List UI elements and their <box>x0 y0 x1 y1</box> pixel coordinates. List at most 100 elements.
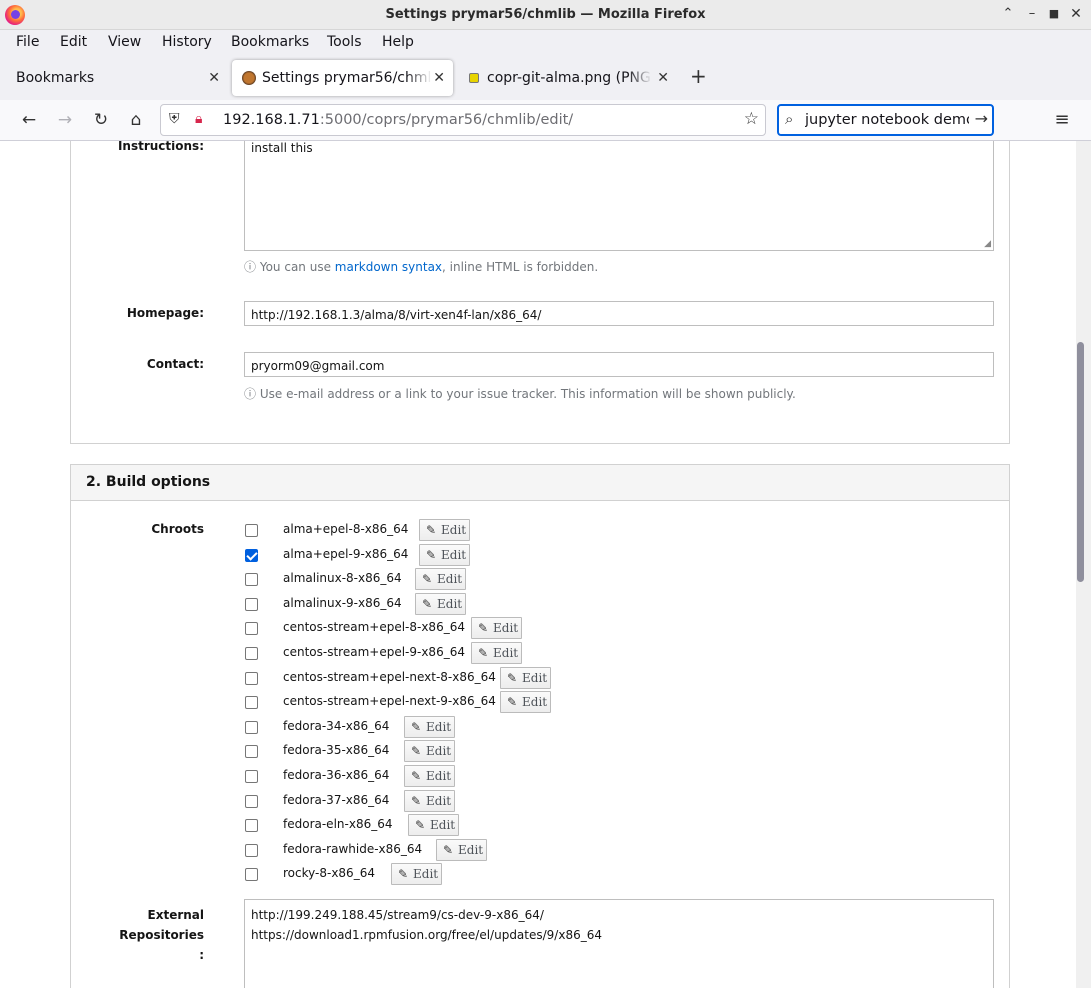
chroot-checkbox[interactable] <box>245 868 258 882</box>
chroot-checkbox[interactable] <box>245 794 258 808</box>
chroot-name: alma+epel-8-x86_64 <box>283 522 409 536</box>
pencil-icon: ✎ <box>411 769 422 783</box>
page-content: Instructions: install this ◢ ⓘ You can u… <box>0 141 1076 988</box>
bookmark-star-icon[interactable]: ☆ <box>744 109 759 129</box>
chroot-checkbox[interactable] <box>245 696 258 710</box>
chroot-edit-button[interactable]: ✎ Edit <box>471 617 522 640</box>
chroot-name: almalinux-9-x86_64 <box>283 595 402 610</box>
close-tab-icon[interactable]: ✕ <box>433 60 445 96</box>
tab-label: Bookmarks <box>16 70 95 86</box>
edit-label: Edit <box>441 547 467 562</box>
tab-label: Settings prymar56/chmlib <box>262 70 432 86</box>
maximize-button[interactable]: ■ <box>1046 6 1062 22</box>
chroot-checkbox[interactable] <box>245 819 258 833</box>
hamburger-menu-icon[interactable]: ≡ <box>1050 108 1074 132</box>
chroot-checkbox[interactable] <box>245 745 258 759</box>
chroot-checkbox[interactable] <box>245 720 258 734</box>
edit-label: Edit <box>426 744 452 759</box>
chroot-checkbox[interactable] <box>245 770 258 783</box>
minimize-button[interactable]: – <box>1024 6 1040 22</box>
close-window-button[interactable]: ✕ <box>1068 6 1084 22</box>
homepage-input[interactable]: http://192.168.1.3/alma/8/virt-xen4f-lan… <box>244 301 994 326</box>
close-tab-icon[interactable]: ✕ <box>657 60 669 96</box>
pencil-icon: ✎ <box>422 572 433 587</box>
menu-help[interactable]: Help <box>382 34 414 50</box>
chroot-checkbox[interactable] <box>245 524 258 537</box>
home-icon[interactable]: ⌂ <box>124 108 148 132</box>
new-tab-plus-icon[interactable]: + <box>690 64 707 88</box>
external-repositories-label: External Repositories : <box>119 908 204 962</box>
menu-view[interactable]: View <box>108 34 141 50</box>
reload-icon[interactable]: ↻ <box>89 108 113 132</box>
pencil-icon: ✎ <box>507 670 518 685</box>
menu-history[interactable]: History <box>162 34 212 50</box>
chroot-edit-button[interactable]: ✎ Edit <box>500 666 551 689</box>
info-icon: ⓘ <box>244 387 257 401</box>
chroot-checkbox[interactable] <box>245 573 258 587</box>
chroot-edit-button[interactable]: ✎ Edit <box>404 765 455 787</box>
chroot-checkbox[interactable] <box>245 843 258 857</box>
menu-bookmarks[interactable]: Bookmarks <box>231 34 309 50</box>
chroot-checkbox[interactable] <box>245 548 258 562</box>
pencil-icon: ✎ <box>411 719 422 734</box>
contact-input[interactable]: pryorm09@gmail.com <box>244 352 994 377</box>
chroot-name: centos-stream+epel-9-x86_64 <box>283 645 465 659</box>
chroot-checkbox[interactable] <box>245 647 258 660</box>
shield-icon[interactable]: ⛨ <box>169 111 180 127</box>
chroot-edit-button[interactable]: ✎ Edit <box>419 519 470 541</box>
instructions-textarea[interactable]: install this ◢ <box>244 141 994 251</box>
back-arrow-icon[interactable]: ← <box>17 108 41 132</box>
forward-arrow-icon[interactable]: → <box>53 108 77 132</box>
close-tab-icon[interactable]: ✕ <box>208 60 220 96</box>
pencil-icon: ✎ <box>415 818 426 833</box>
copr-favicon-icon <box>242 71 256 85</box>
chroot-edit-button[interactable]: ✎ Edit <box>391 863 442 886</box>
markdown-syntax-link[interactable]: markdown syntax <box>335 260 442 274</box>
chroot-checkbox[interactable] <box>245 622 258 636</box>
chroot-edit-button[interactable]: ✎ Edit <box>415 592 466 615</box>
chroot-edit-button[interactable]: ✎ Edit <box>436 838 487 861</box>
window-titlebar: Settings prymar56/chmlib — Mozilla Firef… <box>0 0 1091 30</box>
chroot-edit-button[interactable]: ✎ Edit <box>404 740 455 763</box>
insecure-lock-icon[interactable]: 🔒︎ <box>195 111 202 127</box>
chroot-name: fedora-35-x86_64 <box>283 743 390 758</box>
collapse-icon[interactable]: ⌃ <box>1000 6 1016 22</box>
chroot-edit-button[interactable]: ✎ Edit <box>404 789 455 812</box>
contact-help-text: ⓘ Use e-mail address or a link to your i… <box>244 387 796 401</box>
url-bar[interactable]: ⛨ 🔒︎ 192.168.1.71:5000/coprs/prymar56/ch… <box>160 104 766 136</box>
pencil-icon: ✎ <box>478 621 489 636</box>
external-repositories-textarea[interactable]: http://199.249.188.45/stream9/cs-dev-9-x… <box>244 899 994 988</box>
resize-handle-icon[interactable]: ◢ <box>984 239 991 249</box>
chroot-checkbox[interactable] <box>245 597 258 611</box>
tab-bookmarks[interactable]: Bookmarks ✕ <box>6 60 228 96</box>
edit-label: Edit <box>413 867 439 882</box>
menu-file[interactable]: File <box>16 34 39 50</box>
pencil-icon: ✎ <box>426 523 437 537</box>
chroot-name: fedora-37-x86_64 <box>283 792 390 807</box>
chroot-edit-button[interactable]: ✎ Edit <box>500 691 551 714</box>
search-input[interactable] <box>805 110 969 130</box>
menu-edit[interactable]: Edit <box>60 34 87 50</box>
chroot-edit-button[interactable]: ✎ Edit <box>415 568 466 591</box>
tab-image[interactable]: copr-git-alma.png (PNG Image ✕ <box>457 60 677 96</box>
chroot-edit-button[interactable]: ✎ Edit <box>404 715 455 738</box>
chroot-name: almalinux-8-x86_64 <box>283 571 402 586</box>
info-icon: ⓘ <box>244 260 257 274</box>
edit-label: Edit <box>493 646 519 660</box>
url-text[interactable]: 192.168.1.71:5000/coprs/prymar56/chmlib/… <box>223 112 573 128</box>
chroot-checkbox[interactable] <box>245 671 258 685</box>
menu-tools[interactable]: Tools <box>327 34 362 50</box>
repo-line: https://download1.rpmfusion.org/free/el/… <box>251 928 602 942</box>
scrollbar-thumb[interactable] <box>1077 342 1084 582</box>
search-go-arrow-icon[interactable]: → <box>975 109 988 128</box>
homepage-label: Homepage: <box>126 306 204 320</box>
chroot-edit-button[interactable]: ✎ Edit <box>408 814 459 837</box>
chroot-edit-button[interactable]: ✎ Edit <box>419 543 470 566</box>
pencil-icon: ✎ <box>411 793 422 808</box>
markdown-help-text: ⓘ You can use markdown syntax, inline HT… <box>244 260 599 274</box>
tab-settings[interactable]: Settings prymar56/chmlib ✕ <box>232 60 453 96</box>
chroot-edit-button[interactable]: ✎ Edit <box>471 642 522 664</box>
search-bar[interactable]: ⌕ → <box>777 104 994 136</box>
edit-label: Edit <box>426 719 452 734</box>
edit-label: Edit <box>522 670 548 685</box>
